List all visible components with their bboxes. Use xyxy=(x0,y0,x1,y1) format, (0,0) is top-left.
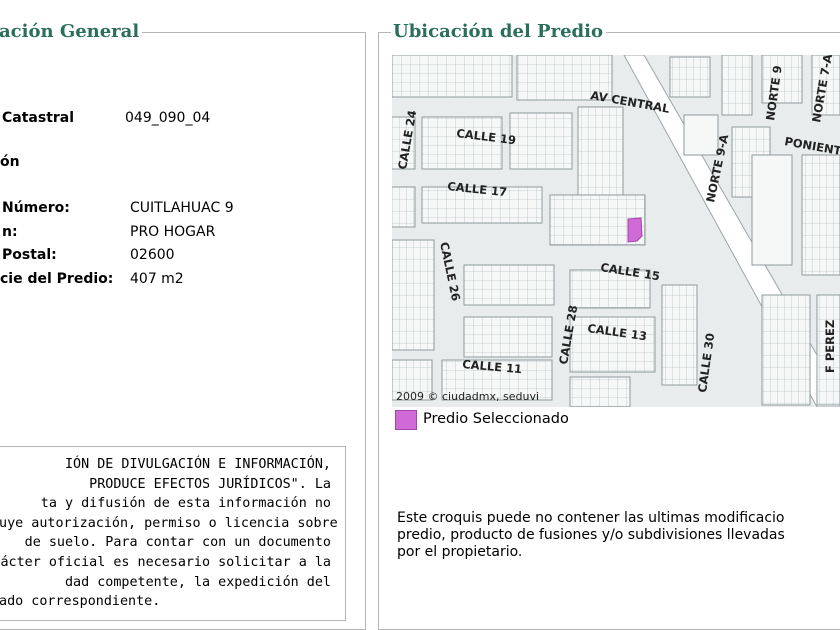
location-legend: Ubicación del Predio xyxy=(391,19,606,45)
direccion-section-title: ón xyxy=(0,154,20,170)
disclaimer-line: IÓN DE DIVULGACIÓN E INFORMACIÓN, xyxy=(64,457,331,472)
disclaimer-line: de suelo. Para contar con un documento xyxy=(24,535,331,551)
note-line: por el propietario. xyxy=(397,544,523,560)
disclaimer-line: ta y difusión de esta información no xyxy=(40,496,331,512)
general-info-legend: ación General xyxy=(0,19,143,45)
codigo-postal-value: 02600 xyxy=(130,247,175,263)
note-line: predio, producto de fusiones y/o subdivi… xyxy=(397,527,785,543)
note-line: Este croquis puede no contener las ultim… xyxy=(397,510,785,526)
cuenta-catastral-label: Catastral xyxy=(2,110,75,126)
disclaimer-line: PRODUCE EFECTOS JURÍDICOS". La xyxy=(89,476,331,492)
selected-parcel-label: Predio Seleccionado xyxy=(423,411,569,427)
map-canvas: AV CENTRAL CALLE 19 CALLE 24 CALLE 17 CA… xyxy=(392,55,840,407)
map-label: F PEREZ xyxy=(823,320,837,373)
codigo-postal-label: Postal: xyxy=(2,247,57,263)
selected-parcel[interactable] xyxy=(627,217,643,243)
selected-parcel-swatch xyxy=(395,410,417,430)
colonia-label: n: xyxy=(2,224,18,240)
superficie-value: 407 m2 xyxy=(130,271,184,287)
calle-numero-value: CUITLAHUAC 9 xyxy=(130,200,234,216)
cuenta-catastral-value: 049_090_04 xyxy=(125,110,211,126)
disclaimer-line: cado correspondiente. xyxy=(0,594,161,610)
disclaimer-line: tuye autorización, permiso o licencia so… xyxy=(0,515,338,531)
disclaimer-line: rácter oficial es necesario solicitar a … xyxy=(0,554,331,570)
map-disclaimer-note: Este croquis puede no contener las ultim… xyxy=(397,510,840,561)
disclaimer-line: dad competente, la expedición del xyxy=(64,574,331,590)
location-map[interactable]: AV CENTRAL CALLE 19 CALLE 24 CALLE 17 CA… xyxy=(392,55,840,407)
map-copyright: 2009 © ciudadmx, seduvi xyxy=(396,390,540,403)
calle-numero-label: Número: xyxy=(2,200,70,216)
colonia-value: PRO HOGAR xyxy=(130,224,216,240)
superficie-label: cie del Predio: xyxy=(0,271,114,287)
legal-disclaimer-box: IÓN DE DIVULGACIÓN E INFORMACIÓN, PRODUC… xyxy=(0,446,346,621)
